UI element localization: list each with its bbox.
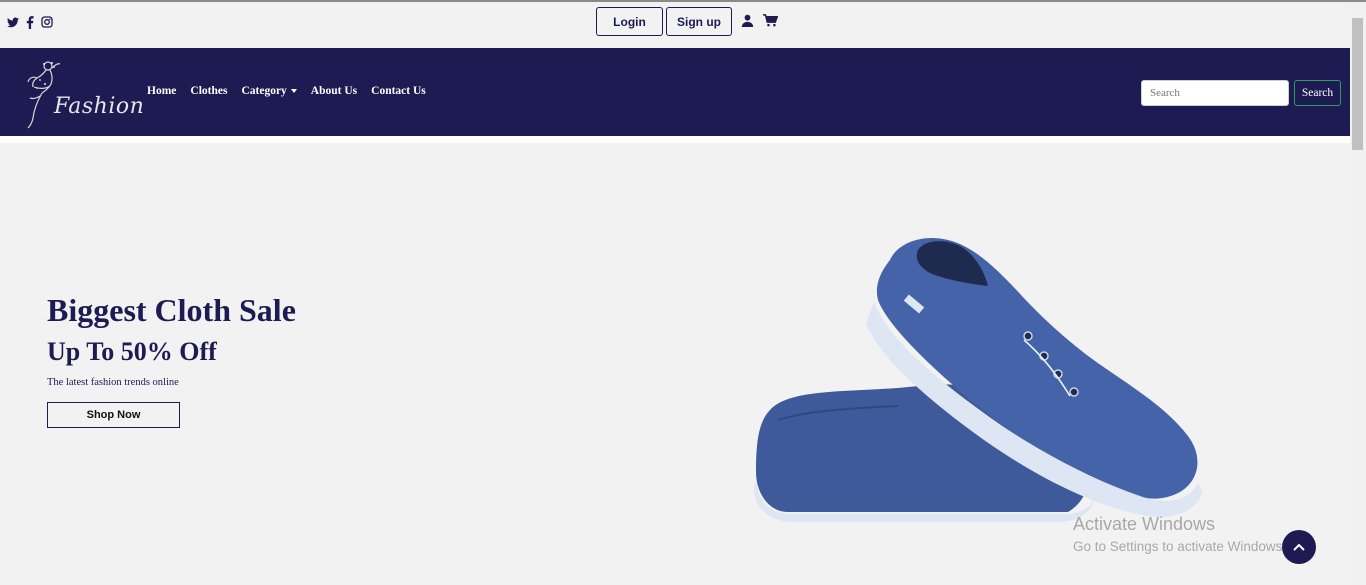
search-button[interactable]: Search: [1294, 80, 1341, 106]
nav-item-clothes[interactable]: Clothes: [190, 85, 227, 97]
cart-icon[interactable]: [763, 14, 779, 32]
instagram-icon[interactable]: [41, 15, 53, 29]
hero-subtitle: Up To 50% Off: [47, 337, 217, 366]
shop-now-button[interactable]: Shop Now: [47, 402, 180, 428]
facebook-icon[interactable]: [24, 15, 36, 29]
page-scrollbar[interactable]: [1350, 2, 1366, 585]
windows-activation-title: Activate Windows: [1073, 514, 1216, 534]
nav-item-home[interactable]: Home: [147, 85, 176, 97]
nav-item-category[interactable]: Category: [241, 85, 297, 97]
logo-text: Fashion: [54, 94, 145, 119]
auth-buttons: Login Sign up: [596, 7, 732, 36]
hero-tagline: The latest fashion trends online: [47, 377, 179, 388]
windows-activation-subtitle: Go to Settings to activate Windows.: [1073, 539, 1287, 554]
hero-shoe-image: [748, 230, 1210, 530]
twitter-icon[interactable]: [7, 15, 19, 29]
signup-button[interactable]: Sign up: [666, 7, 732, 36]
nav-menu: Home Clothes Category About Us Contact U…: [147, 85, 426, 97]
hero-title: Biggest Cloth Sale: [47, 292, 296, 328]
scrollbar-thumb[interactable]: [1352, 18, 1363, 150]
nav-item-about-us[interactable]: About Us: [311, 85, 357, 97]
chevron-up-icon: [1293, 543, 1305, 551]
main-navbar: Fashion Home Clothes Category About Us C…: [0, 48, 1350, 136]
nav-divider: [0, 136, 1350, 143]
top-bar: Login Sign up: [0, 2, 1350, 48]
user-icon[interactable]: [741, 14, 754, 32]
login-button[interactable]: Login: [596, 7, 663, 36]
sneaker-image-icon: [754, 238, 1202, 522]
caret-down-icon: [290, 89, 297, 94]
nav-item-category-label: Category: [241, 85, 287, 97]
social-links: [7, 15, 53, 29]
nav-item-contact-us[interactable]: Contact Us: [371, 85, 426, 97]
brand-logo[interactable]: Fashion: [10, 56, 144, 130]
back-to-top-button[interactable]: [1282, 530, 1316, 564]
search-input[interactable]: [1141, 80, 1289, 106]
